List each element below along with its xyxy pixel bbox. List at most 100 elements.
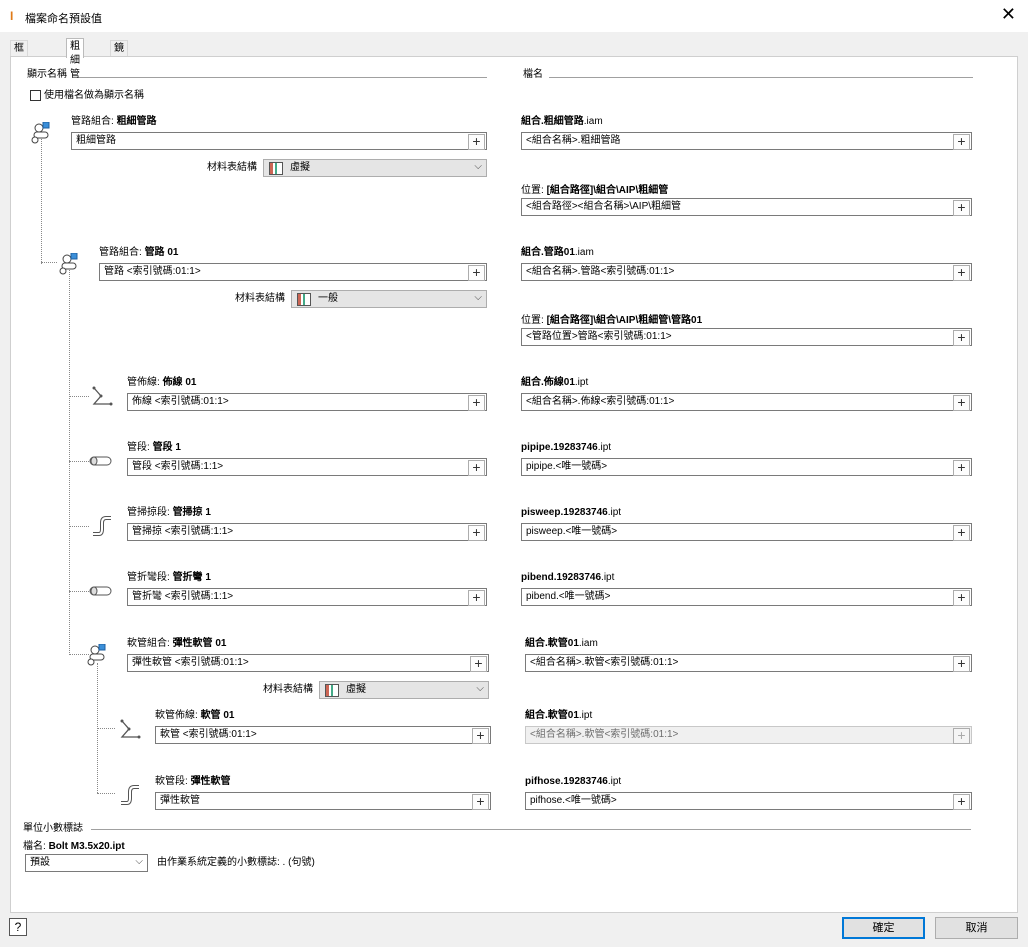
route-icon [119, 718, 141, 743]
insert-property-button[interactable]: + [953, 525, 970, 541]
tree-connector [69, 526, 89, 527]
insert-property-button[interactable]: + [468, 525, 485, 541]
file-name-label: pifhose.19283746.ipt [525, 776, 622, 787]
assembly-icon [59, 252, 81, 278]
node-label: 管路組合: 粗細管路 [71, 116, 157, 127]
insert-property-button[interactable]: + [953, 794, 970, 810]
insert-property-button[interactable]: + [953, 590, 970, 606]
node-label: 軟管佈線: 軟管 01 [155, 710, 235, 721]
decimal-marker-select[interactable]: 預設 ⌵ [25, 854, 148, 872]
display-name-field[interactable]: 彈性軟管 <索引號碼:01:1> + [127, 654, 489, 672]
divider [91, 829, 971, 830]
chevron-down-icon: ⌵ [474, 161, 482, 172]
section-display-name: 顯示名稱 [27, 69, 67, 80]
file-name-field[interactable]: pipipe.<唯一號碼> + [521, 458, 972, 476]
file-name-field: <組合名稱>.軟管<索引號碼:01:1> + [525, 726, 972, 744]
file-name-field[interactable]: pifhose.<唯一號碼> + [525, 792, 972, 810]
chevron-down-icon: ⌵ [474, 292, 482, 303]
tree-connector [97, 793, 115, 794]
title-bar: I 檔案命名預設值 ✕ [0, 0, 1028, 32]
display-name-field[interactable]: 粗細管路 + [71, 132, 487, 150]
insert-property-button[interactable]: + [953, 395, 970, 411]
display-name-field[interactable]: 管段 <索引號碼:1:1> + [127, 458, 487, 476]
use-filename-label: 使用檔名做為顯示名稱 [44, 90, 144, 101]
insert-property-button[interactable]: + [953, 330, 970, 346]
file-name-label: 組合.軟管01.iam [525, 638, 598, 649]
file-name-field[interactable]: <組合名稱>.軟管<索引號碼:01:1> + [525, 654, 972, 672]
bom-structure-select[interactable]: 虛擬 ⌵ [319, 681, 489, 699]
insert-property-button[interactable]: + [472, 794, 489, 810]
file-name-label: pisweep.19283746.ipt [521, 507, 622, 518]
tree-connector [97, 728, 115, 729]
display-name-field[interactable]: 管折彎 <索引號碼:1:1> + [127, 588, 487, 606]
assembly-icon [31, 121, 53, 147]
file-name-field[interactable]: <組合名稱>.管路<索引號碼:01:1> + [521, 263, 972, 281]
insert-property-button[interactable]: + [953, 265, 970, 281]
file-name-label: pipipe.19283746.ipt [521, 442, 612, 453]
insert-property-button[interactable]: + [470, 656, 487, 672]
assembly-icon [87, 643, 109, 669]
file-name-label: 組合.軟管01.ipt [525, 710, 593, 721]
file-name-label: pibend.19283746.ipt [521, 572, 615, 583]
ok-button[interactable]: 確定 [842, 917, 925, 939]
insert-property-button[interactable]: + [953, 134, 970, 150]
file-name-field[interactable]: pisweep.<唯一號碼> + [521, 523, 972, 541]
tree-connector [69, 270, 70, 655]
insert-property-button[interactable]: + [468, 134, 485, 150]
file-name-field[interactable]: <組合名稱>.粗細管路 + [521, 132, 972, 150]
insert-property-button: + [953, 728, 970, 744]
segment-icon [89, 455, 113, 470]
tab-mirror-copy[interactable]: 鏡射和複製 [110, 40, 128, 110]
insert-property-button[interactable]: + [472, 728, 489, 744]
use-filename-checkbox[interactable] [30, 90, 41, 101]
divider [549, 77, 973, 78]
location-label: 位置: [組合路徑]\組合\AIP\粗細管 [521, 185, 669, 196]
tab-panel: 顯示名稱 檔名 使用檔名做為顯示名稱 管路組合: 粗細管路 粗細管路 + 材料表結構虛… [10, 56, 1018, 913]
insert-property-button[interactable]: + [953, 460, 970, 476]
tree-connector [69, 396, 89, 397]
node-label: 管路組合: 管路 01 [99, 247, 179, 258]
sweep-icon [119, 784, 141, 809]
insert-property-button[interactable]: + [953, 656, 970, 672]
display-name-field[interactable]: 管路 <索引號碼:01:1> + [99, 263, 487, 281]
display-name-field[interactable]: 軟管 <索引號碼:01:1> + [155, 726, 491, 744]
bom-structure-label: 材料表結構 [207, 162, 257, 173]
display-name-field[interactable]: 彈性軟管 + [155, 792, 491, 810]
display-name-field[interactable]: 管掃掠 <索引號碼:1:1> + [127, 523, 487, 541]
sweep-icon [91, 515, 113, 540]
tab-frame-generator[interactable]: 框架產生器 [10, 40, 28, 110]
tree-connector [69, 591, 89, 592]
insert-property-button[interactable]: + [468, 265, 485, 281]
file-name-field[interactable]: pibend.<唯一號碼> + [521, 588, 972, 606]
insert-property-button[interactable]: + [468, 460, 485, 476]
window-title: 檔案命名預設值 [25, 13, 102, 25]
bom-icon [297, 293, 311, 306]
location-field[interactable]: <組合路徑><組合名稱>\AIP\粗細管 + [521, 198, 972, 216]
node-label: 管段: 管段 1 [127, 442, 181, 453]
route-icon [91, 385, 113, 410]
tab-tube-and-pipe[interactable]: 粗細管 [66, 38, 84, 80]
close-button[interactable]: ✕ [1001, 4, 1016, 24]
bom-structure-select[interactable]: 一般 ⌵ [291, 290, 487, 308]
bom-structure-select[interactable]: 虛擬 ⌵ [263, 159, 487, 177]
location-field[interactable]: <管路位置>管路<索引號碼:01:1> + [521, 328, 972, 346]
insert-property-button[interactable]: + [953, 200, 970, 216]
file-name-label: 組合.管路01.iam [521, 247, 594, 258]
insert-property-button[interactable]: + [468, 395, 485, 411]
chevron-down-icon: ⌵ [476, 683, 484, 694]
file-name-field[interactable]: <組合名稱>.佈線<索引號碼:01:1> + [521, 393, 972, 411]
cancel-button[interactable]: 取消 [935, 917, 1018, 939]
segment-icon [89, 585, 113, 600]
section-unit-decimal: 單位小數標誌 [23, 823, 83, 834]
bom-structure-label: 材料表結構 [235, 293, 285, 304]
tree-connector [41, 262, 57, 263]
help-button[interactable]: ? [9, 918, 27, 936]
insert-property-button[interactable]: + [468, 590, 485, 606]
node-label: 管折彎段: 管折彎 1 [127, 572, 211, 583]
node-label: 管掃掠段: 管掃掠 1 [127, 507, 211, 518]
bom-icon [269, 162, 283, 175]
tree-connector [69, 461, 89, 462]
file-name-label: 組合.粗細管路.iam [521, 116, 603, 127]
file-name-label: 組合.佈線01.ipt [521, 377, 589, 388]
display-name-field[interactable]: 佈線 <索引號碼:01:1> + [127, 393, 487, 411]
